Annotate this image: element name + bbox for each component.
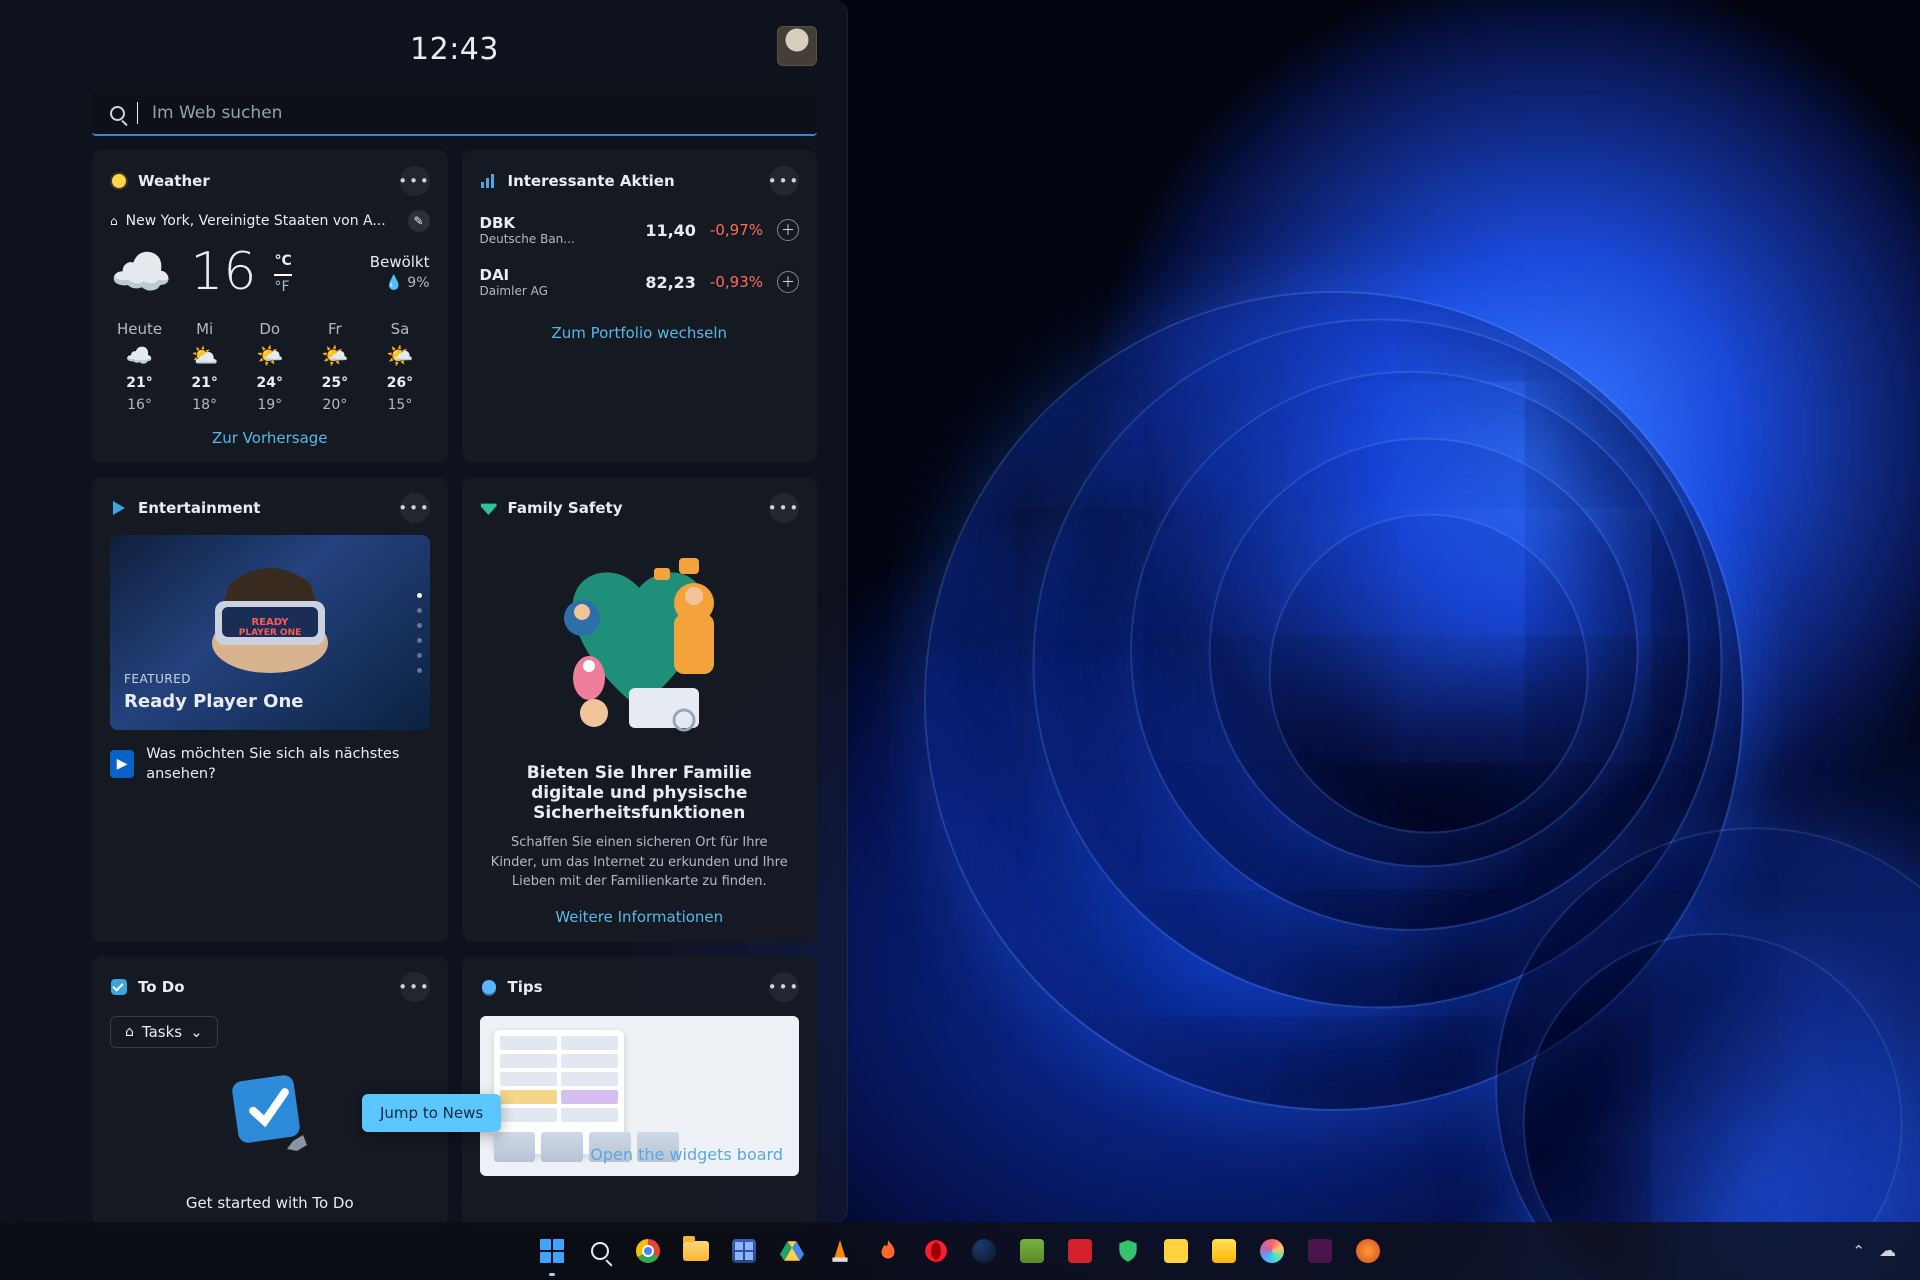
vlc-icon[interactable] bbox=[823, 1234, 857, 1268]
todo-title: To Do bbox=[138, 978, 185, 996]
power-icon[interactable] bbox=[1351, 1234, 1385, 1268]
family-link[interactable]: Weitere Informationen bbox=[480, 908, 800, 926]
entertainment-prompt: Was möchten Sie sich als nächstes ansehe… bbox=[146, 744, 429, 785]
tips-menu[interactable]: ••• bbox=[769, 972, 799, 1002]
stocks-widget[interactable]: Interessante Aktien ••• DBKDeutsche Ban.… bbox=[462, 150, 818, 463]
family-menu[interactable]: ••• bbox=[769, 493, 799, 523]
add-stock-icon[interactable]: ＋ bbox=[777, 219, 799, 241]
user-avatar[interactable] bbox=[777, 26, 817, 66]
unit-f[interactable]: °F bbox=[274, 276, 291, 298]
tasks-dropdown[interactable]: ⌂ Tasks ⌄ bbox=[110, 1016, 218, 1048]
forecast-row: Heute☁️21°16° Mi⛅21°18° Do🌤️24°19° Fr🌤️2… bbox=[110, 320, 430, 413]
entertainment-title: Entertainment bbox=[138, 499, 260, 517]
featured-tag: FEATURED bbox=[124, 672, 191, 686]
forecast-day[interactable]: Do🌤️24°19° bbox=[240, 320, 299, 413]
todo-cta[interactable]: Get started with To Do bbox=[110, 1194, 430, 1212]
tray-chevron-up-icon[interactable]: ⌃ bbox=[1852, 1242, 1865, 1260]
family-heading: Bieten Sie Ihrer Familie digitale und ph… bbox=[498, 763, 782, 823]
unit-c[interactable]: °C bbox=[274, 250, 291, 276]
family-body: Schaffen Sie einen sicheren Ort für Ihre… bbox=[488, 833, 792, 892]
weather-menu[interactable]: ••• bbox=[400, 166, 430, 196]
current-temp: 16 bbox=[190, 242, 256, 302]
widgets-panel: 12:43 Weather ••• ⌂ New York, Vereinigte… bbox=[0, 0, 848, 1223]
stock-row[interactable]: DAIDaimler AG 82,23 -0,93% ＋ bbox=[480, 256, 800, 308]
forecast-day[interactable]: Fr🌤️25°20° bbox=[305, 320, 364, 413]
weather-title: Weather bbox=[138, 172, 210, 190]
tips-icon bbox=[480, 978, 498, 996]
steam-icon[interactable] bbox=[967, 1234, 1001, 1268]
svg-text:READY: READY bbox=[251, 617, 289, 628]
weather-icon bbox=[110, 172, 128, 190]
todo-icon bbox=[110, 978, 128, 996]
entertainment-widget[interactable]: Entertainment ••• READY PLAYER ONE FEATU… bbox=[92, 477, 448, 942]
search-input[interactable] bbox=[150, 102, 799, 124]
home-icon: ⌂ bbox=[125, 1024, 134, 1040]
chrome-icon[interactable] bbox=[631, 1234, 665, 1268]
opera-icon[interactable] bbox=[919, 1234, 953, 1268]
forecast-day[interactable]: Sa🌤️26°15° bbox=[370, 320, 429, 413]
taskbar-search-icon[interactable] bbox=[583, 1234, 617, 1268]
minecraft-icon[interactable] bbox=[1015, 1234, 1049, 1268]
svg-text:PLAYER ONE: PLAYER ONE bbox=[239, 628, 302, 638]
forecast-link[interactable]: Zur Vorhersage bbox=[110, 429, 430, 447]
taskbar: ⌃ ☁ bbox=[0, 1222, 1920, 1280]
start-button[interactable] bbox=[535, 1234, 569, 1268]
movie-title: Ready Player One bbox=[124, 691, 303, 712]
tips-widget[interactable]: Tips ••• Open the widgets board bbox=[462, 956, 818, 1228]
tips-caption: Open the widgets board bbox=[590, 1145, 783, 1164]
amd-icon[interactable] bbox=[1063, 1234, 1097, 1268]
calculator-icon[interactable] bbox=[727, 1234, 761, 1268]
panel-clock: 12:43 bbox=[410, 32, 499, 67]
text-caret bbox=[137, 102, 138, 124]
stocks-title: Interessante Aktien bbox=[508, 172, 675, 190]
security-shield-icon[interactable] bbox=[1111, 1234, 1145, 1268]
weather-location: New York, Vereinigte Staaten von A... bbox=[126, 213, 386, 229]
slack-icon[interactable] bbox=[1303, 1234, 1337, 1268]
notes-icon[interactable] bbox=[1207, 1234, 1241, 1268]
edit-location-icon[interactable]: ✎ bbox=[408, 210, 430, 232]
file-explorer-icon[interactable] bbox=[679, 1234, 713, 1268]
jump-to-news-bubble[interactable]: Jump to News bbox=[362, 1094, 501, 1132]
code-editor-icon[interactable] bbox=[1159, 1234, 1193, 1268]
web-search-box[interactable] bbox=[92, 92, 817, 136]
tips-screenshot: Open the widgets board bbox=[480, 1016, 800, 1176]
palette-icon[interactable] bbox=[1255, 1234, 1289, 1268]
flame-icon[interactable] bbox=[871, 1234, 905, 1268]
condition-text: Bewölkt bbox=[370, 253, 430, 271]
entertainment-hero[interactable]: READY PLAYER ONE FEATURED Ready Player O… bbox=[110, 535, 430, 730]
forecast-day[interactable]: Mi⛅21°18° bbox=[175, 320, 234, 413]
family-illustration bbox=[480, 533, 800, 753]
portfolio-link[interactable]: Zum Portfolio wechseln bbox=[480, 324, 800, 342]
entertainment-menu[interactable]: ••• bbox=[400, 493, 430, 523]
weather-widget[interactable]: Weather ••• ⌂ New York, Vereinigte Staat… bbox=[92, 150, 448, 463]
search-icon bbox=[110, 106, 125, 121]
carousel-dots[interactable] bbox=[417, 593, 422, 673]
location-pin-icon: ⌂ bbox=[110, 214, 118, 228]
family-safety-widget[interactable]: Family Safety ••• Bieten Sie Ihrer Fa bbox=[462, 477, 818, 942]
family-safety-icon bbox=[480, 499, 498, 517]
movies-app-icon: ▶ bbox=[110, 750, 134, 778]
movie-art: READY PLAYER ONE bbox=[170, 553, 370, 673]
todo-widget[interactable]: To Do ••• ⌂ Tasks ⌄ Get started with To … bbox=[92, 956, 448, 1228]
current-condition-icon: ☁️ bbox=[110, 247, 172, 297]
stock-row[interactable]: DBKDeutsche Ban... 11,40 -0,97% ＋ bbox=[480, 204, 800, 256]
chevron-down-icon: ⌄ bbox=[190, 1023, 203, 1041]
todo-menu[interactable]: ••• bbox=[400, 972, 430, 1002]
stocks-icon bbox=[480, 172, 498, 190]
google-drive-icon[interactable] bbox=[775, 1234, 809, 1268]
tray-cloud-icon[interactable]: ☁ bbox=[1879, 1241, 1896, 1261]
family-title: Family Safety bbox=[508, 499, 623, 517]
tips-title: Tips bbox=[508, 978, 543, 996]
entertainment-icon bbox=[110, 499, 128, 517]
forecast-day[interactable]: Heute☁️21°16° bbox=[110, 320, 169, 413]
add-stock-icon[interactable]: ＋ bbox=[777, 271, 799, 293]
humidity-text: 💧 9% bbox=[370, 275, 430, 291]
stocks-menu[interactable]: ••• bbox=[769, 166, 799, 196]
